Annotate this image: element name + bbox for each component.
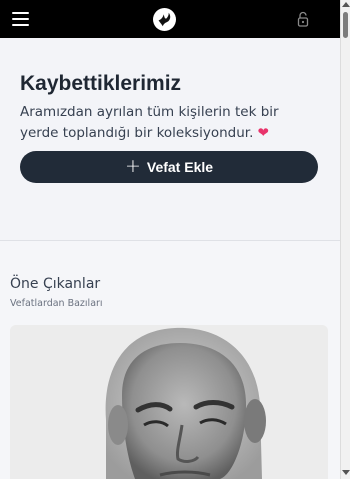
featured-person-photo[interactable] xyxy=(10,325,328,479)
top-navbar xyxy=(0,0,340,38)
scroll-thumb[interactable] xyxy=(343,12,348,38)
scrollbar[interactable] xyxy=(340,0,350,479)
page-title: Kaybettiklerimiz xyxy=(20,72,182,95)
heart-icon: ❤ xyxy=(257,125,269,141)
scroll-down-arrow-icon[interactable] xyxy=(342,470,350,475)
unlock-icon[interactable] xyxy=(296,11,310,28)
hamburger-menu-icon[interactable] xyxy=(12,11,29,27)
hero-description: Aramızdan ayrılan tüm kişilerin tek bir … xyxy=(20,102,320,144)
plus-icon: + xyxy=(124,154,141,177)
scroll-up-arrow-icon[interactable] xyxy=(342,2,350,7)
featured-title: Öne Çıkanlar xyxy=(10,276,101,292)
hero-description-text: Aramızdan ayrılan tüm kişilerin tek bir … xyxy=(20,104,279,141)
add-obituary-label: Vefat Ekle xyxy=(146,159,214,175)
hero-section: Kaybettiklerimiz Aramızdan ayrılan tüm k… xyxy=(0,38,340,241)
dove-icon[interactable] xyxy=(153,8,176,31)
featured-subtitle: Vefatlardan Bazıları xyxy=(10,298,103,309)
add-obituary-button[interactable]: + Vefat Ekle xyxy=(20,151,318,183)
